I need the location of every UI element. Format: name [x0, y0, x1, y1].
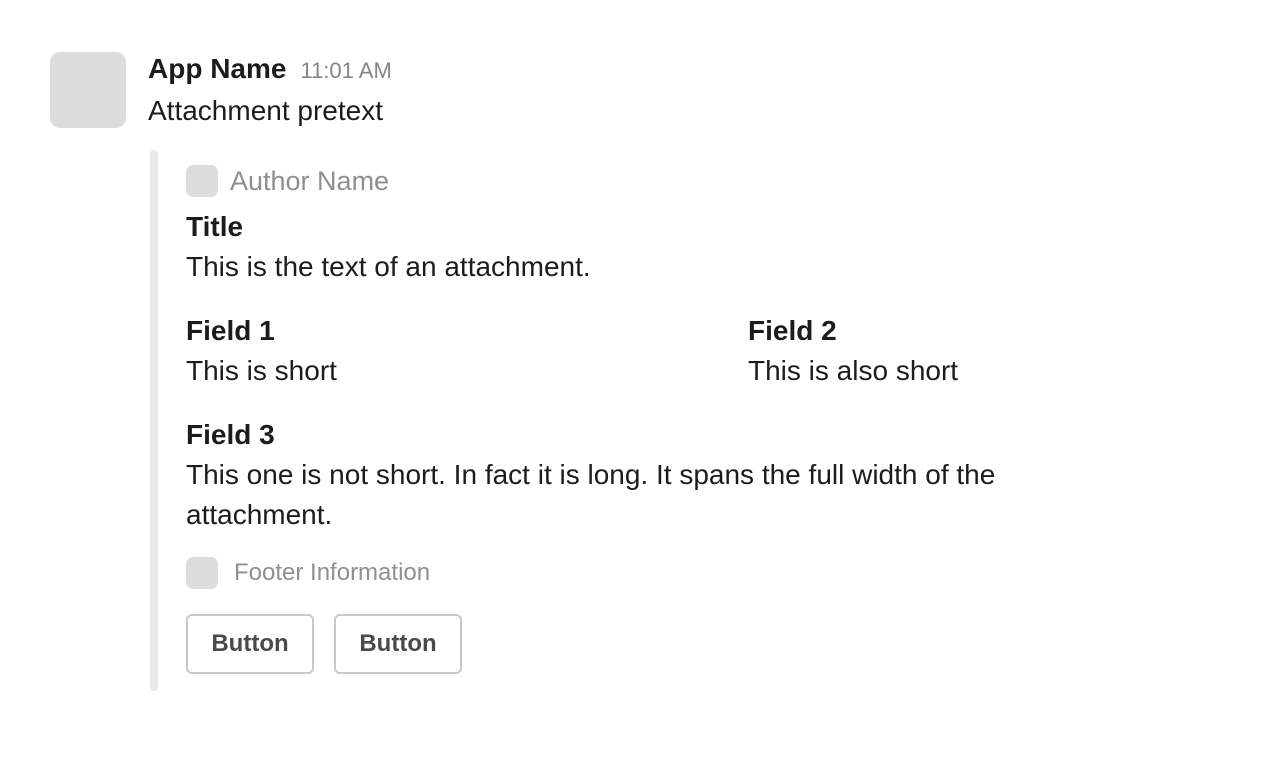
field-2-title: Field 2	[748, 315, 837, 346]
footer-text: Footer Information	[234, 559, 431, 586]
message-header: App Name 11:01 AM	[148, 53, 392, 87]
app-name[interactable]: App Name	[148, 53, 286, 85]
attachment-button-2[interactable]: Button	[334, 614, 462, 674]
attachment-footer: Footer Information	[186, 557, 430, 589]
field-3-title: Field 3	[186, 419, 275, 450]
footer-icon	[186, 557, 218, 589]
field-1-value: This is short	[186, 355, 337, 386]
timestamp[interactable]: 11:01 AM	[300, 58, 391, 84]
field-2-value: This is also short	[748, 355, 959, 386]
attachment-color-bar	[150, 150, 158, 691]
field-3-value: This one is not short. In fact it is lon…	[186, 459, 996, 530]
author-name: Author Name	[230, 165, 390, 196]
attachment-title: Title	[186, 211, 244, 242]
message: App Name 11:01 AM Attachment pretext Aut…	[0, 0, 1280, 762]
attachment-button-1[interactable]: Button	[186, 614, 314, 674]
attachment-text: This is the text of an attachment.	[186, 251, 591, 282]
attachment-pretext: Attachment pretext	[148, 95, 384, 126]
attachment-author: Author Name	[186, 165, 389, 197]
author-icon	[186, 165, 218, 197]
app-avatar[interactable]	[50, 52, 126, 128]
field-1-title: Field 1	[186, 315, 275, 346]
